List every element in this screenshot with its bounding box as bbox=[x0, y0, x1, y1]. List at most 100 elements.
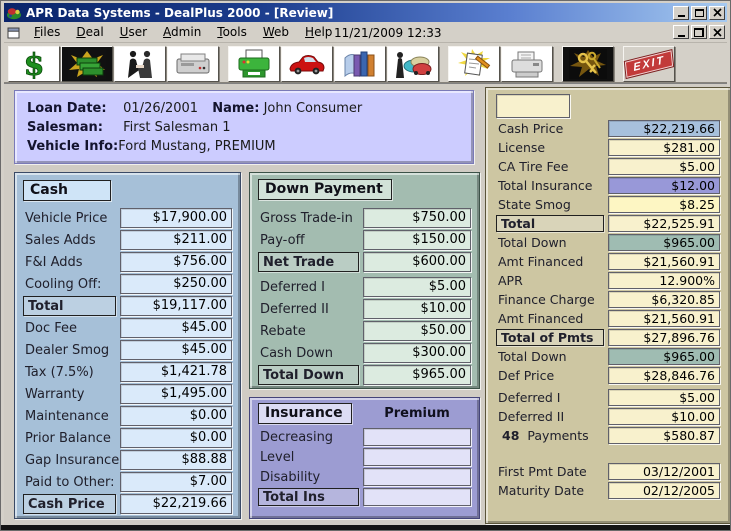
maximize-button[interactable] bbox=[691, 5, 707, 20]
summary-row-value-field[interactable]: $965.00 bbox=[608, 234, 720, 251]
mdi-minimize-button[interactable] bbox=[673, 25, 689, 39]
app-window: APR Data Systems - DealPlus 2000 - [Revi… bbox=[0, 0, 731, 531]
toolbar-button-keys[interactable] bbox=[562, 45, 614, 82]
toolbar-button-contract[interactable] bbox=[448, 45, 500, 82]
summary-row: First Pmt Date 03/12/2001 bbox=[496, 463, 720, 480]
cash-row-value-field[interactable]: $0.00 bbox=[120, 428, 232, 448]
menu-item-files[interactable]: Files bbox=[26, 23, 68, 41]
toolbar-button-printer[interactable] bbox=[228, 45, 280, 82]
summary-row-value-field[interactable]: $21,560.91 bbox=[608, 253, 720, 270]
cash-row: Maintenance $0.00 bbox=[23, 406, 232, 426]
toolbar-button-copier[interactable] bbox=[501, 45, 553, 82]
summary-row-value-field[interactable]: $965.00 bbox=[608, 348, 720, 365]
cash-row-label: Doc Fee bbox=[25, 320, 78, 336]
menu-item-web[interactable]: Web bbox=[255, 23, 297, 41]
cash-row-label: Tax (7.5%) bbox=[25, 364, 94, 380]
minimize-icon bbox=[677, 15, 685, 17]
insurance-row-value-field[interactable] bbox=[363, 488, 471, 506]
summary-row-value-field[interactable]: $5.00 bbox=[608, 389, 720, 406]
summary-row-value-field[interactable]: $12.00 bbox=[608, 177, 720, 194]
summary-row-value-field[interactable]: $6,320.85 bbox=[608, 291, 720, 308]
toolbar-button-cash[interactable] bbox=[61, 45, 113, 82]
toolbar-button-dollar[interactable]: $ bbox=[8, 45, 60, 82]
summary-row-value-field[interactable]: $5.00 bbox=[608, 158, 720, 175]
insurance-panel-title: Insurance bbox=[258, 403, 352, 424]
minimize-button[interactable] bbox=[673, 5, 689, 20]
cash-row-value-field[interactable]: $45.00 bbox=[120, 318, 232, 338]
down-payment-row-value-field[interactable]: $750.00 bbox=[363, 208, 471, 228]
down-payment-row-value-field[interactable]: $300.00 bbox=[363, 343, 471, 363]
copier-icon bbox=[505, 49, 549, 79]
mdi-document-icon[interactable] bbox=[6, 25, 22, 40]
menu-item-deal[interactable]: Deal bbox=[68, 23, 111, 41]
summary-row-value-field[interactable]: $281.00 bbox=[608, 139, 720, 156]
cash-row: Total $19,117.00 bbox=[23, 296, 232, 316]
down-payment-row-value-field[interactable]: $600.00 bbox=[363, 252, 471, 272]
summary-row-value-field[interactable]: 02/12/2005 bbox=[608, 482, 720, 499]
cash-row-value-field[interactable]: $1,421.78 bbox=[120, 362, 232, 382]
summary-row-value-field[interactable]: $22,525.91 bbox=[608, 215, 720, 232]
insurance-row: Total Ins bbox=[258, 488, 471, 506]
cash-row-value-field[interactable]: $0.00 bbox=[120, 406, 232, 426]
menu-item-tools[interactable]: Tools bbox=[209, 23, 255, 41]
cash-row-value-field[interactable]: $7.00 bbox=[120, 472, 232, 492]
summary-header-box[interactable] bbox=[496, 94, 570, 118]
summary-row-value-field[interactable]: $28,846.76 bbox=[608, 367, 720, 384]
loan-date-label: Loan Date: bbox=[27, 101, 107, 116]
cash-row-value-field[interactable]: $211.00 bbox=[120, 230, 232, 250]
cash-row: Vehicle Price $17,900.00 bbox=[23, 208, 232, 228]
summary-row-value-field[interactable]: 03/12/2001 bbox=[608, 463, 720, 480]
summary-row-label: CA Tire Fee bbox=[498, 159, 569, 174]
down-payment-row-value-field[interactable]: $50.00 bbox=[363, 321, 471, 341]
summary-row: Deferred I $5.00 bbox=[496, 389, 720, 406]
summary-row-value-field[interactable]: $580.87 bbox=[608, 427, 720, 444]
cash-row-value-field[interactable]: $17,900.00 bbox=[120, 208, 232, 228]
cash-row-label: Maintenance bbox=[25, 408, 109, 424]
summary-row: APR 12.900% bbox=[496, 272, 720, 289]
info-line-2: Salesman: First Salesman 1 bbox=[27, 118, 461, 137]
toolbar-button-sales[interactable] bbox=[387, 45, 439, 82]
summary-row-value-field[interactable]: $21,560.91 bbox=[608, 310, 720, 327]
maximize-icon bbox=[694, 8, 704, 17]
summary-row: 48 Payments $580.87 bbox=[496, 427, 720, 444]
cash-row-value-field[interactable]: $22,219.66 bbox=[120, 494, 232, 514]
summary-row: License $281.00 bbox=[496, 139, 720, 156]
summary-row-value-field[interactable]: 12.900% bbox=[608, 272, 720, 289]
insurance-header: Insurance Premium bbox=[258, 403, 471, 424]
down-payment-row-value-field[interactable]: $150.00 bbox=[363, 230, 471, 250]
insurance-row-value-field[interactable] bbox=[363, 448, 471, 466]
mdi-close-button[interactable] bbox=[709, 25, 725, 39]
menu-item-admin[interactable]: Admin bbox=[155, 23, 209, 41]
insurance-row-value-field[interactable] bbox=[363, 428, 471, 446]
toolbar-button-books[interactable] bbox=[334, 45, 386, 82]
summary-row-value-field[interactable]: $10.00 bbox=[608, 408, 720, 425]
toolbar-button-exit[interactable]: EXIT bbox=[623, 45, 675, 82]
close-button[interactable] bbox=[709, 5, 725, 20]
summary-row: Finance Charge $6,320.85 bbox=[496, 291, 720, 308]
info-line-3: Vehicle Info:Ford Mustang, PREMIUM bbox=[27, 137, 461, 156]
mdi-restore-button[interactable] bbox=[691, 25, 707, 39]
down-payment-row-value-field[interactable]: $965.00 bbox=[363, 365, 471, 385]
menu-item-user[interactable]: User bbox=[112, 23, 155, 41]
down-payment-row-value-field[interactable]: $5.00 bbox=[363, 277, 471, 297]
cash-row-value-field[interactable]: $756.00 bbox=[120, 252, 232, 272]
cash-row-value-field[interactable]: $1,495.00 bbox=[120, 384, 232, 404]
summary-row-value-field[interactable]: $27,896.76 bbox=[608, 329, 720, 346]
toolbar-button-handshake[interactable] bbox=[114, 45, 166, 82]
summary-row-value-field[interactable]: $22,219.66 bbox=[608, 120, 720, 137]
insurance-row: Decreasing bbox=[258, 428, 471, 446]
cash-row-value-field[interactable]: $45.00 bbox=[120, 340, 232, 360]
toolbar-button-car[interactable] bbox=[281, 45, 333, 82]
summary-row-value-field[interactable]: $8.25 bbox=[608, 196, 720, 213]
window-bottom-edge bbox=[1, 525, 730, 530]
insurance-row-value-field[interactable] bbox=[363, 468, 471, 486]
app-icon[interactable] bbox=[6, 5, 22, 21]
summary-row-label: First Pmt Date bbox=[498, 464, 587, 479]
toolbar-button-fax[interactable] bbox=[167, 45, 219, 82]
down-payment-row-value-field[interactable]: $10.00 bbox=[363, 299, 471, 319]
cash-row-value-field[interactable]: $19,117.00 bbox=[120, 296, 232, 316]
summary-row: Maturity Date 02/12/2005 bbox=[496, 482, 720, 499]
title-bar: APR Data Systems - DealPlus 2000 - [Revi… bbox=[4, 3, 727, 22]
cash-row-value-field[interactable]: $250.00 bbox=[120, 274, 232, 294]
cash-row-value-field[interactable]: $88.88 bbox=[120, 450, 232, 470]
